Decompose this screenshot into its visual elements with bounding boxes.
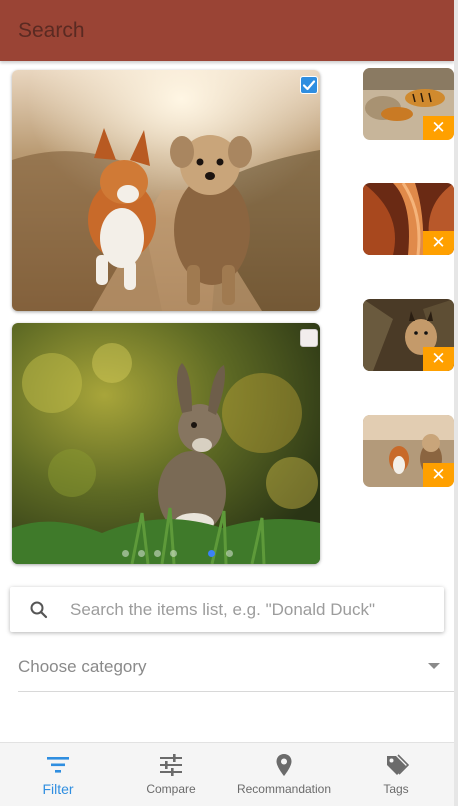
selected-thumbnail-canyon[interactable]: ✕ bbox=[363, 183, 454, 255]
chevron-down-icon bbox=[428, 663, 440, 669]
remove-thumbnail-button[interactable]: ✕ bbox=[423, 347, 454, 371]
nav-recommandation[interactable]: Recommandation bbox=[228, 743, 340, 806]
bottom-navigation: Filter Compare Recommandation Tags bbox=[0, 742, 454, 806]
close-icon: ✕ bbox=[431, 349, 446, 368]
remove-thumbnail-button[interactable]: ✕ bbox=[423, 231, 454, 255]
app-bar: Search bbox=[0, 0, 454, 61]
remove-thumbnail-button[interactable]: ✕ bbox=[423, 116, 454, 140]
nav-filter[interactable]: Filter bbox=[18, 743, 98, 806]
filter-icon bbox=[47, 757, 69, 773]
selected-thumbnail-lynx[interactable]: ✕ bbox=[363, 299, 454, 371]
category-select[interactable]: Choose category bbox=[18, 642, 454, 692]
pagination-dot[interactable] bbox=[226, 550, 233, 557]
sliders-icon bbox=[160, 754, 182, 776]
rabbit-photo bbox=[12, 323, 320, 564]
category-placeholder: Choose category bbox=[18, 657, 147, 676]
image-card-dogs[interactable] bbox=[12, 70, 320, 311]
search-box bbox=[10, 587, 444, 632]
select-checkbox-rabbit[interactable] bbox=[300, 329, 318, 347]
nav-tags-label: Tags bbox=[383, 782, 409, 796]
carousel-pagination bbox=[0, 547, 330, 559]
nav-filter-label: Filter bbox=[42, 781, 74, 797]
app-bar-title: Search bbox=[18, 19, 85, 42]
selected-thumbnail-tiger[interactable]: ✕ bbox=[363, 68, 454, 140]
search-input[interactable] bbox=[70, 595, 430, 625]
pagination-dot[interactable] bbox=[122, 550, 129, 557]
scrollbar[interactable] bbox=[454, 0, 458, 806]
nav-compare[interactable]: Compare bbox=[131, 743, 211, 806]
check-icon bbox=[302, 80, 316, 91]
nav-recommandation-label: Recommandation bbox=[236, 782, 332, 796]
pagination-dot[interactable] bbox=[138, 550, 145, 557]
search-icon[interactable] bbox=[29, 600, 49, 620]
dogs-running-photo bbox=[12, 70, 320, 311]
nav-tags[interactable]: Tags bbox=[360, 743, 432, 806]
pagination-dot[interactable] bbox=[170, 550, 177, 557]
location-pin-icon bbox=[276, 754, 292, 776]
pagination-dot-active[interactable] bbox=[208, 550, 215, 557]
nav-compare-label: Compare bbox=[146, 782, 196, 796]
remove-thumbnail-button[interactable]: ✕ bbox=[423, 463, 454, 487]
select-checkbox-dogs[interactable] bbox=[300, 76, 318, 94]
image-card-rabbit[interactable] bbox=[12, 323, 320, 564]
close-icon: ✕ bbox=[431, 118, 446, 137]
close-icon: ✕ bbox=[431, 465, 446, 484]
pagination-dot[interactable] bbox=[154, 550, 161, 557]
close-icon: ✕ bbox=[431, 233, 446, 252]
selected-thumbnail-dogs[interactable]: ✕ bbox=[363, 415, 454, 487]
tags-icon bbox=[387, 754, 409, 775]
